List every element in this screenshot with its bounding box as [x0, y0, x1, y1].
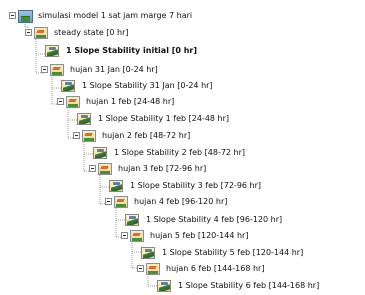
node-label: 1 Slope Stability 2 feb [48-72 hr] — [114, 148, 246, 157]
analysis-tree[interactable]: simulasi model 1 sat jam marge 7 hari st… — [0, 0, 365, 295]
tree-node-slope-1-feb[interactable]: 1 Slope Stability 1 feb [24-48 hr] — [0, 111, 365, 127]
tree-node-slope-2-feb[interactable]: 1 Slope Stability 2 feb [48-72 hr] — [0, 145, 365, 161]
node-label: hujan 3 feb [72-96 hr] — [118, 164, 207, 173]
tree-node-slope-6-feb[interactable]: 1 Slope Stability 6 feb [144-168 hr] — [0, 278, 365, 294]
node-label: hujan 2 feb [48-72 hr] — [102, 131, 191, 140]
slope-analysis-icon — [125, 214, 139, 226]
stage-folder-icon — [130, 230, 144, 242]
tree-node-steady-state[interactable]: steady state [0 hr] — [0, 25, 365, 41]
tree-node-slope-4-feb[interactable]: 1 Slope Stability 4 feb [96-120 hr] — [0, 212, 365, 228]
slope-analysis-icon — [141, 247, 155, 259]
collapse-hujan-5-feb-toggle[interactable] — [121, 232, 128, 239]
node-label: 1 Slope Stability 31 Jan [0-24 hr] — [82, 81, 213, 90]
node-label: hujan 31 Jan [0-24 hr] — [70, 65, 158, 74]
stage-folder-icon — [82, 130, 96, 142]
tree-node-hujan-4-feb[interactable]: hujan 4 feb [96-120 hr] — [0, 194, 365, 210]
stage-folder-icon — [66, 96, 80, 108]
stage-folder-icon — [114, 196, 128, 208]
collapse-hujan-3-feb-toggle[interactable] — [89, 165, 96, 172]
tree-node-slope-5-feb[interactable]: 1 Slope Stability 5 feb [120-144 hr] — [0, 245, 365, 261]
tree-node-hujan-3-feb[interactable]: hujan 3 feb [72-96 hr] — [0, 161, 365, 177]
slope-analysis-icon — [77, 113, 91, 125]
node-label: 1 Slope Stability 5 feb [120-144 hr] — [162, 248, 304, 257]
node-label: 1 Slope Stability initial [0 hr] — [66, 46, 198, 55]
node-label: hujan 5 feb [120-144 hr] — [150, 231, 249, 240]
slope-analysis-icon — [157, 280, 171, 292]
tree-node-slope-31-jan[interactable]: 1 Slope Stability 31 Jan [0-24 hr] — [0, 78, 365, 94]
project-globe-icon — [18, 10, 33, 23]
node-label: hujan 1 feb [24-48 hr] — [86, 97, 175, 106]
tree-root[interactable]: simulasi model 1 sat jam marge 7 hari — [0, 8, 365, 24]
tree-node-hujan-31-jan[interactable]: hujan 31 Jan [0-24 hr] — [0, 62, 365, 78]
tree-node-slope-3-feb[interactable]: 1 Slope Stability 3 feb [72-96 hr] — [0, 178, 365, 194]
slope-analysis-icon — [45, 45, 59, 57]
stage-folder-icon — [50, 64, 64, 76]
slope-analysis-icon — [109, 180, 123, 192]
node-label: hujan 6 feb [144-168 hr] — [166, 264, 265, 273]
node-label: 1 Slope Stability 3 feb [72-96 hr] — [130, 181, 262, 190]
node-label: hujan 4 feb [96-120 hr] — [134, 197, 228, 206]
node-label: 1 Slope Stability 4 feb [96-120 hr] — [146, 215, 283, 224]
tree-node-hujan-6-feb[interactable]: hujan 6 feb [144-168 hr] — [0, 261, 365, 277]
root-label: simulasi model 1 sat jam marge 7 hari — [38, 11, 193, 20]
tree-node-slope-initial[interactable]: 1 Slope Stability initial [0 hr] — [0, 43, 365, 59]
tree-node-hujan-5-feb[interactable]: hujan 5 feb [120-144 hr] — [0, 228, 365, 244]
tree-node-hujan-1-feb[interactable]: hujan 1 feb [24-48 hr] — [0, 94, 365, 110]
collapse-hujan-6-feb-toggle[interactable] — [137, 265, 144, 272]
node-label: steady state [0 hr] — [54, 28, 129, 37]
stage-folder-icon — [98, 163, 112, 175]
collapse-hujan-4-feb-toggle[interactable] — [105, 198, 112, 205]
collapse-hujan-1-feb-toggle[interactable] — [57, 98, 64, 105]
node-label: 1 Slope Stability 6 feb [144-168 hr] — [178, 281, 320, 290]
collapse-root-toggle[interactable] — [9, 12, 16, 19]
collapse-hujan-2-feb-toggle[interactable] — [73, 132, 80, 139]
collapse-hujan-31-jan-toggle[interactable] — [41, 66, 48, 73]
slope-analysis-icon — [93, 147, 107, 159]
stage-folder-icon — [146, 263, 160, 275]
node-label: 1 Slope Stability 1 feb [24-48 hr] — [98, 114, 230, 123]
slope-analysis-icon — [61, 80, 75, 92]
stage-folder-icon — [34, 27, 48, 39]
tree-node-hujan-2-feb[interactable]: hujan 2 feb [48-72 hr] — [0, 128, 365, 144]
collapse-steady-state-toggle[interactable] — [25, 29, 32, 36]
